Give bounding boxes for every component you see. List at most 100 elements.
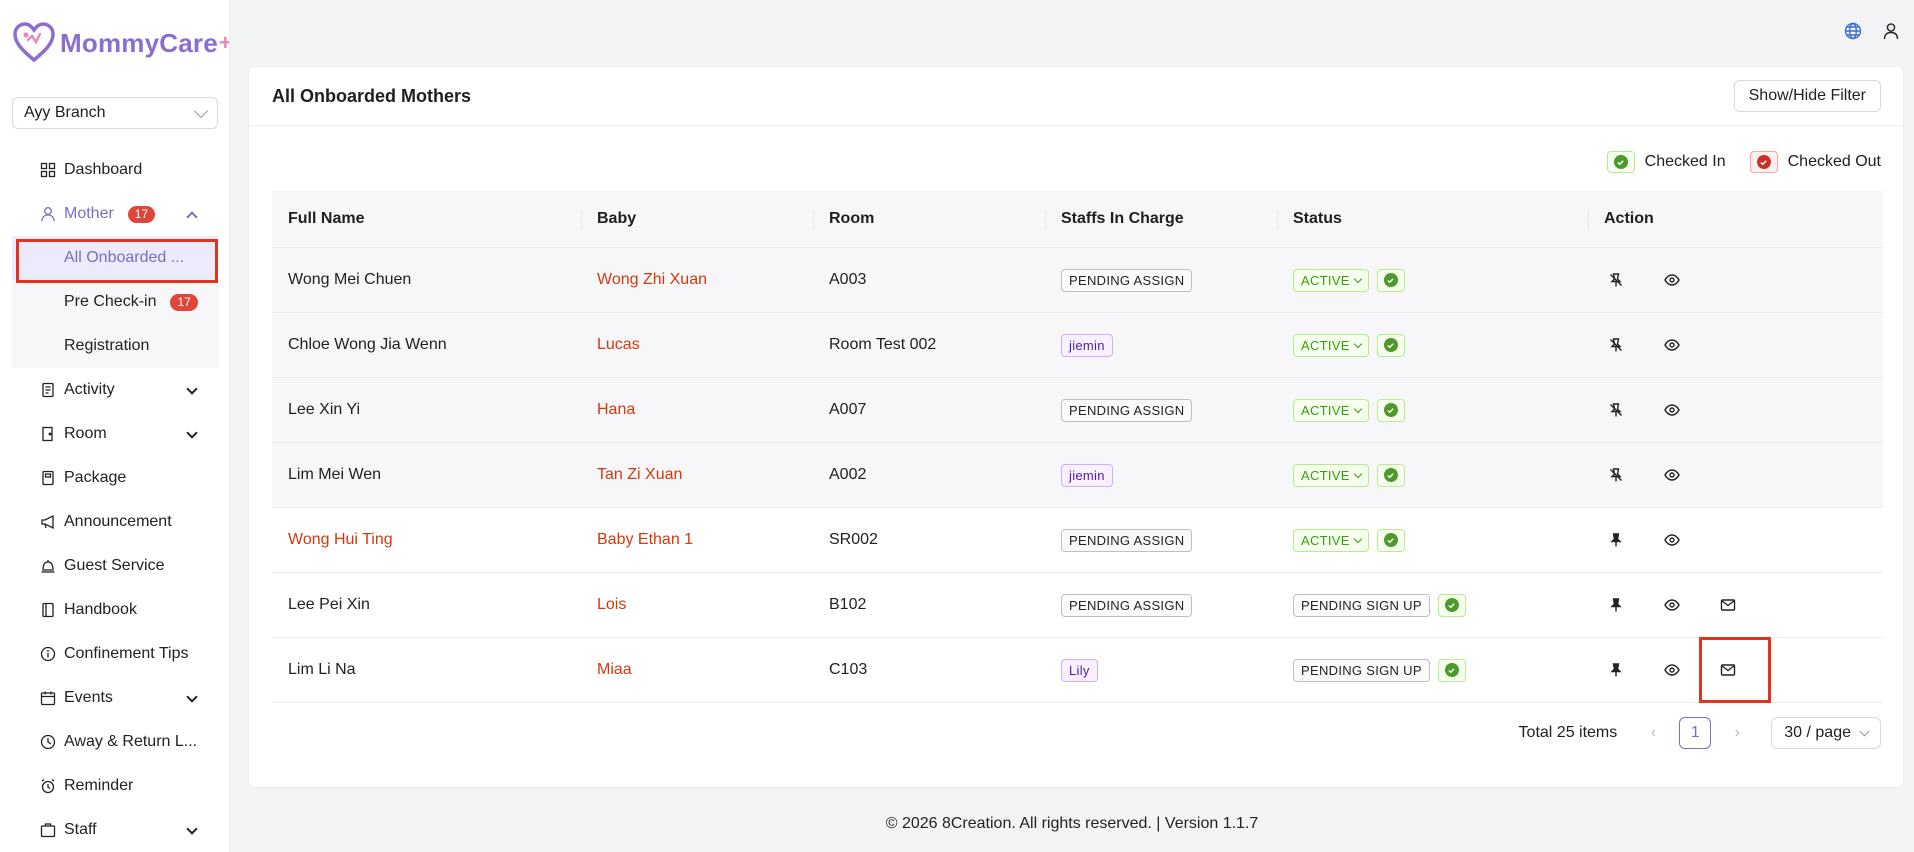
mail-icon[interactable] (1716, 593, 1740, 617)
dashboard-icon (40, 162, 56, 178)
pin-icon[interactable] (1604, 593, 1628, 617)
check-circle-icon (1383, 533, 1398, 547)
bell-icon (41, 560, 55, 573)
sidebar-item-guest-service[interactable]: Guest Service (12, 544, 218, 588)
sidebar-item-staff[interactable]: Staff (12, 808, 218, 852)
sidebar-item-all-onboarded[interactable]: All Onboarded ... (12, 236, 218, 280)
status-tag: PENDING SIGN UP (1293, 593, 1430, 617)
page-title: All Onboarded Mothers (272, 85, 472, 106)
column-header[interactable]: Status (1277, 191, 1588, 247)
sidebar-item-activity[interactable]: Activity (12, 368, 218, 412)
chevron-down-icon (186, 691, 198, 703)
status-dropdown[interactable]: ACTIVE (1293, 333, 1369, 357)
mother-name: Chloe Wong Jia Wenn (288, 336, 447, 353)
room-value: A007 (829, 401, 867, 418)
table-row: Lee Xin Yi Hana A007 PENDING ASSIGN ACTI… (272, 378, 1883, 443)
staff-tag: PENDING ASSIGN (1061, 398, 1193, 422)
sidebar: MommyCare + Ayy Branch Dashboard Mother … (0, 0, 230, 852)
eye-icon[interactable] (1660, 463, 1684, 487)
baby-name-link[interactable]: Baby Ethan 1 (597, 531, 693, 549)
sidebar-item-handbook[interactable]: Handbook (12, 588, 218, 632)
legend-checked-in: Checked In (1606, 151, 1726, 173)
count-badge: 17 (127, 205, 156, 223)
check-circle-icon (1383, 403, 1398, 417)
pin-icon[interactable] (1604, 658, 1628, 682)
unpin-icon[interactable] (1604, 463, 1628, 487)
baby-name-link[interactable]: Miaa (597, 661, 632, 679)
eye-icon[interactable] (1660, 528, 1684, 552)
show-hide-filter-button[interactable]: Show/Hide Filter (1733, 80, 1881, 112)
baby-name-link[interactable]: Wong Zhi Xuan (597, 271, 707, 289)
legend-label: Checked In (1644, 153, 1726, 170)
check-circle-icon (1756, 155, 1771, 169)
prev-page-chevron-icon[interactable]: ‹ (1637, 717, 1669, 749)
mother-name: Lee Pei Xin (288, 596, 370, 613)
page-size-value: 30 / page (1784, 724, 1851, 741)
sidebar-item-label: Registration (64, 337, 150, 354)
checked-in-swatch (1606, 151, 1635, 173)
eye-icon[interactable] (1660, 398, 1684, 422)
status-dropdown[interactable]: ACTIVE (1293, 398, 1369, 422)
logo-text: MommyCare (60, 27, 218, 58)
sidebar-item-confinement-tips[interactable]: Confinement Tips (12, 632, 218, 676)
status-value: ACTIVE (1301, 467, 1350, 483)
check-circle-icon (1383, 338, 1398, 352)
column-header[interactable]: Staffs In Charge (1045, 191, 1277, 247)
sidebar-item-mother[interactable]: Mother 17 (12, 192, 218, 236)
mothers-table: Full Name Baby Room Staffs In Charge Sta… (272, 191, 1883, 703)
pin-icon[interactable] (1604, 528, 1628, 552)
column-header[interactable]: Baby (581, 191, 813, 247)
sidebar-item-room[interactable]: Room (12, 412, 218, 456)
globe-icon[interactable] (1844, 22, 1862, 40)
sidebar-item-dashboard[interactable]: Dashboard (12, 148, 218, 192)
footer: © 2026 8Creation. All rights reserved. |… (885, 815, 1259, 832)
check-circle-icon (1444, 663, 1459, 677)
logo-plus: + (219, 30, 229, 56)
checked-in-indicator (1376, 398, 1405, 422)
unpin-icon[interactable] (1604, 398, 1628, 422)
column-header[interactable]: Room (813, 191, 1045, 247)
sidebar-item-announcement[interactable]: Announcement (12, 500, 218, 544)
mail-icon[interactable] (1716, 658, 1740, 682)
sidebar-item-reminder[interactable]: Reminder (12, 764, 218, 808)
page-number[interactable]: 1 (1679, 717, 1712, 749)
check-circle-icon (1383, 273, 1398, 287)
eye-icon[interactable] (1660, 333, 1684, 357)
room-value: Room Test 002 (829, 336, 937, 353)
status-dropdown[interactable]: ACTIVE (1293, 528, 1369, 552)
sidebar-item-label: Away & Return L... (64, 733, 198, 750)
baby-name-link[interactable]: Lois (597, 596, 626, 614)
sidebar-item-pre-checkin[interactable]: Pre Check-in 17 (12, 280, 218, 324)
staff-tag: PENDING ASSIGN (1061, 268, 1193, 292)
alarm-clock-icon (41, 778, 55, 794)
baby-name-link[interactable]: Tan Zi Xuan (597, 466, 682, 484)
eye-icon[interactable] (1660, 268, 1684, 292)
baby-name-link[interactable]: Lucas (597, 336, 640, 354)
column-header[interactable]: Action (1588, 191, 1883, 247)
room-value: B102 (829, 596, 867, 613)
table-row: Chloe Wong Jia Wenn Lucas Room Test 002 … (272, 313, 1883, 378)
unpin-icon[interactable] (1604, 268, 1628, 292)
table-row: Lee Pei Xin Lois B102 PENDING ASSIGN PEN… (272, 573, 1883, 638)
sidebar-item-events[interactable]: Events (12, 676, 218, 720)
branch-select[interactable]: Ayy Branch (12, 97, 218, 129)
sidebar-item-package[interactable]: Package (12, 456, 218, 500)
status-dropdown[interactable]: ACTIVE (1293, 268, 1369, 292)
status-dropdown[interactable]: ACTIVE (1293, 463, 1369, 487)
column-header[interactable]: Full Name (272, 191, 581, 247)
baby-name-link[interactable]: Hana (597, 401, 635, 419)
sidebar-item-away-return[interactable]: Away & Return L... (12, 720, 218, 764)
next-page-chevron-icon[interactable]: › (1721, 717, 1753, 749)
sidebar-item-registration[interactable]: Registration (12, 324, 218, 368)
table-row: Wong Hui Ting Baby Ethan 1 SR002 PENDING… (272, 508, 1883, 573)
app-logo[interactable]: MommyCare + (12, 22, 229, 64)
status-tag: PENDING SIGN UP (1293, 658, 1430, 682)
user-profile-icon[interactable] (1882, 22, 1900, 40)
unpin-icon[interactable] (1604, 333, 1628, 357)
eye-icon[interactable] (1660, 658, 1684, 682)
check-circle-icon (1444, 598, 1459, 612)
table-row: Wong Mei Chuen Wong Zhi Xuan A003 PENDIN… (272, 248, 1883, 313)
page-size-select[interactable]: 30 / page (1771, 717, 1881, 749)
mother-name: Lim Li Na (288, 661, 356, 678)
eye-icon[interactable] (1660, 593, 1684, 617)
